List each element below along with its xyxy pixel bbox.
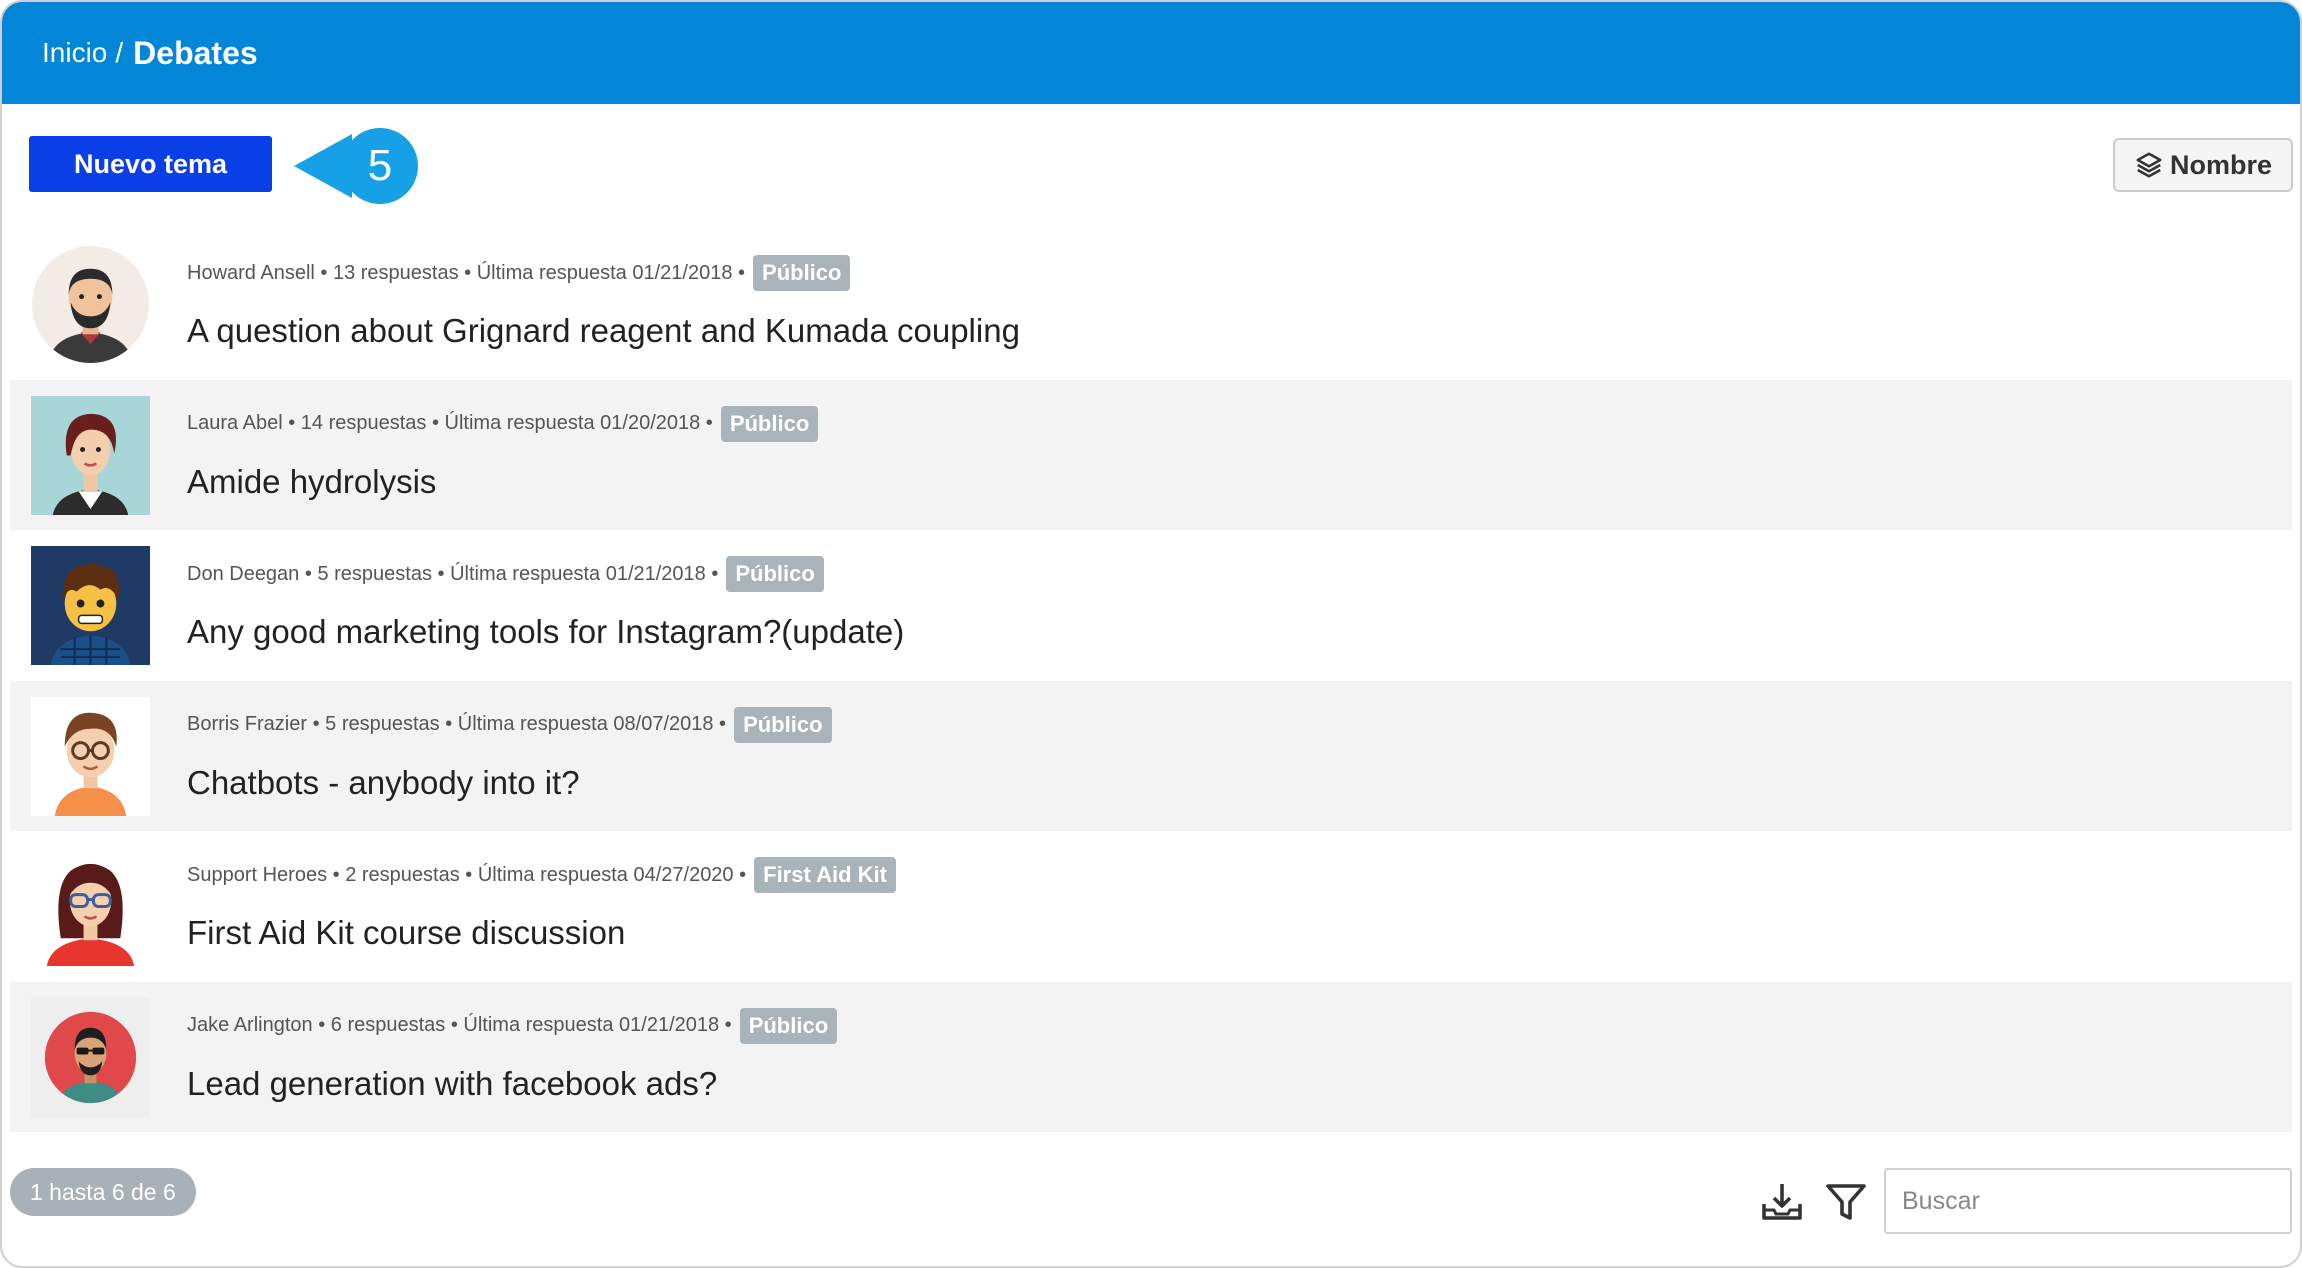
new-topic-button[interactable]: Nuevo tema [29, 136, 272, 192]
step-callout: 5 [292, 128, 418, 204]
meta-dot: • [700, 412, 713, 434]
topic-badge: Público [734, 706, 832, 743]
topic-title[interactable]: Any good marketing tools for Instagram?(… [187, 613, 904, 651]
meta-dot: • [719, 1014, 732, 1036]
pagination-info: 1 hasta 6 de 6 [10, 1168, 196, 1216]
breadcrumb-separator: / [115, 37, 124, 68]
meta-dot: • [307, 713, 326, 735]
topic-meta: Howard Ansell • 13 respuestas • Última r… [187, 255, 851, 291]
callout-number: 5 [367, 141, 393, 190]
cartoon-boy-avatar-icon [31, 546, 150, 665]
topic-row[interactable]: Jake Arlington • 6 respuestas • Última r… [10, 981, 2292, 1132]
bearded-man-avatar-icon [31, 245, 150, 364]
topic-title[interactable]: A question about Grignard reagent and Ku… [187, 312, 1020, 350]
meta-dot: • [299, 562, 318, 585]
meta-dot: • [445, 1014, 464, 1036]
meta-dot: • [314, 261, 333, 284]
topic-meta: Support Heroes • 2 respuestas • Última r… [187, 857, 896, 893]
meta-dot: • [439, 713, 458, 735]
topic-title[interactable]: First Aid Kit course discussion [187, 914, 625, 952]
topic-title[interactable]: Amide hydrolysis [187, 463, 436, 501]
meta-dot: • [705, 562, 719, 585]
meta-dot: • [458, 261, 477, 284]
woman-avatar-icon [31, 395, 150, 515]
sort-label: Nombre [2169, 149, 2272, 180]
meta-dot: • [459, 863, 478, 886]
topic-last-reply: Última respuesta 01/21/2018 [463, 1014, 720, 1036]
search-input[interactable] [1884, 1168, 2292, 1234]
topic-badge: Público [753, 255, 851, 291]
topic-author[interactable]: Howard Ansell [187, 262, 315, 285]
topic-last-reply: Última respuesta 01/20/2018 [444, 412, 701, 434]
topic-badge: Público [720, 405, 819, 442]
topic-meta: Laura Abel • 14 respuestas • Última resp… [187, 405, 819, 442]
meta-dot: • [327, 863, 346, 886]
topic-list: Howard Ansell • 13 respuestas • Última r… [10, 229, 2292, 1132]
topic-author[interactable]: Laura Abel [187, 412, 283, 435]
meta-dot: • [733, 863, 747, 886]
filter-icon[interactable] [1822, 1178, 1870, 1226]
layers-icon [2136, 152, 2162, 178]
topic-last-reply: Última respuesta 01/21/2018 [450, 562, 706, 585]
topic-replies: 6 respuestas [330, 1014, 446, 1036]
sunglasses-man-avatar-icon [31, 997, 150, 1117]
topic-author[interactable]: Jake Arlington [187, 1014, 313, 1037]
topic-author[interactable]: Support Heroes [187, 864, 327, 887]
breadcrumb-home[interactable]: Inicio [42, 37, 107, 69]
topic-row[interactable]: Borris Frazier • 5 respuestas • Última r… [10, 680, 2292, 831]
topic-row[interactable]: Don Deegan • 5 respuestas • Última respu… [10, 530, 2292, 681]
topic-meta: Don Deegan • 5 respuestas • Última respu… [187, 556, 824, 592]
meta-dot: • [312, 1014, 331, 1036]
topic-badge: Público [739, 1007, 838, 1044]
meta-dot: • [282, 412, 301, 434]
topic-badge: Público [726, 556, 824, 592]
topic-title[interactable]: Chatbots - anybody into it? [187, 764, 580, 802]
download-icon[interactable] [1758, 1178, 1806, 1226]
topic-meta: Borris Frazier • 5 respuestas • Última r… [187, 706, 832, 743]
meta-dot: • [713, 713, 727, 735]
topic-author[interactable]: Borris Frazier [187, 713, 307, 736]
topic-meta: Jake Arlington • 6 respuestas • Última r… [187, 1007, 838, 1044]
app-frame: Inicio / Debates Nuevo tema 5 Nombre How… [0, 0, 2302, 1268]
topic-replies: 5 respuestas [317, 562, 432, 585]
topic-replies: 5 respuestas [325, 713, 440, 735]
topic-last-reply: Última respuesta 08/07/2018 [457, 713, 714, 735]
topic-replies: 14 respuestas [300, 412, 427, 434]
topic-last-reply: Última respuesta 04/27/2020 [477, 863, 734, 886]
topic-row[interactable]: Laura Abel • 14 respuestas • Última resp… [10, 379, 2292, 530]
page-header: Inicio / Debates [2, 2, 2300, 104]
topic-last-reply: Última respuesta 01/21/2018 [476, 261, 733, 284]
topic-replies: 13 respuestas [332, 261, 459, 284]
topic-badge: First Aid Kit [754, 857, 896, 893]
topic-title[interactable]: Lead generation with facebook ads? [187, 1065, 717, 1103]
meta-dot: • [426, 412, 445, 434]
breadcrumb-current: Debates [133, 34, 258, 71]
meta-dot: • [732, 261, 746, 284]
sort-name-button[interactable]: Nombre [2113, 138, 2293, 192]
glasses-boy-avatar-icon [31, 696, 150, 816]
topic-row[interactable]: Howard Ansell • 13 respuestas • Última r… [10, 229, 2292, 380]
topic-replies: 2 respuestas [345, 863, 460, 886]
glasses-woman-avatar-icon [31, 847, 150, 966]
topic-author[interactable]: Don Deegan [187, 563, 299, 586]
topic-row[interactable]: Support Heroes • 2 respuestas • Última r… [10, 831, 2292, 982]
meta-dot: • [431, 562, 451, 585]
